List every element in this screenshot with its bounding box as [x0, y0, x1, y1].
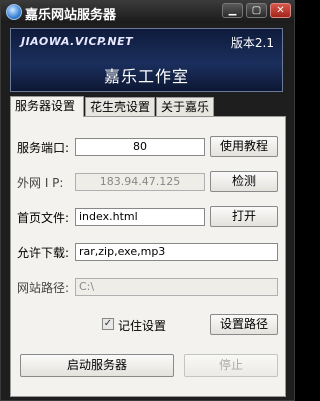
- path-field: C:\: [75, 278, 278, 296]
- port-input[interactable]: 80: [75, 138, 205, 156]
- ip-label: 外网 I P:: [17, 176, 64, 190]
- title-bar[interactable]: 嘉乐网站服务器 ▁ ▢ ✕: [1, 1, 294, 23]
- open-button[interactable]: 打开: [210, 206, 278, 227]
- banner-studio-name: 嘉乐工作室: [103, 67, 189, 86]
- port-label: 服务端口:: [17, 141, 70, 155]
- homepage-label: 首页文件:: [17, 211, 70, 225]
- homepage-input[interactable]: index.html: [75, 208, 205, 226]
- detect-button[interactable]: 检测: [210, 171, 278, 192]
- window-title: 嘉乐网站服务器: [25, 8, 117, 23]
- server-settings-panel: 服务端口: 80 使用教程 外网 I P: 183.94.47.125 检测 首…: [10, 116, 286, 397]
- set-path-button[interactable]: 设置路径: [210, 314, 278, 335]
- tab-container: 服务器设置 花生壳设置 关于嘉乐 服务端口: 80 使用教程 外网 I P: 1…: [10, 96, 286, 397]
- app-icon: [6, 4, 22, 20]
- app-window: 嘉乐网站服务器 ▁ ▢ ✕ JIAOWA.VICP.NET 版本2.1 嘉乐工作…: [0, 0, 295, 401]
- banner: JIAOWA.VICP.NET 版本2.1 嘉乐工作室: [10, 28, 283, 92]
- start-server-button[interactable]: 启动服务器: [20, 354, 174, 377]
- stop-button[interactable]: 停止: [184, 354, 278, 377]
- minimize-button[interactable]: ▁: [222, 3, 243, 18]
- tab-about[interactable]: 关于嘉乐: [156, 97, 214, 116]
- tab-server-settings[interactable]: 服务器设置: [10, 96, 84, 117]
- maximize-button[interactable]: ▢: [246, 3, 267, 18]
- close-button[interactable]: ✕: [270, 3, 291, 18]
- download-types-input[interactable]: rar,zip,exe,mp3: [75, 243, 278, 261]
- remember-settings-label: 记住设置: [118, 319, 167, 333]
- checkbox-checkmark-icon[interactable]: ✓: [102, 318, 114, 330]
- banner-version: 版本2.1: [230, 36, 274, 50]
- tab-peanut-shell-settings[interactable]: 花生壳设置: [85, 97, 155, 116]
- download-label: 允许下载:: [17, 246, 70, 260]
- path-label: 网站路径:: [17, 281, 70, 295]
- tutorial-button[interactable]: 使用教程: [210, 136, 278, 157]
- ip-field: 183.94.47.125: [75, 173, 205, 191]
- banner-domain: JIAOWA.VICP.NET: [21, 35, 134, 48]
